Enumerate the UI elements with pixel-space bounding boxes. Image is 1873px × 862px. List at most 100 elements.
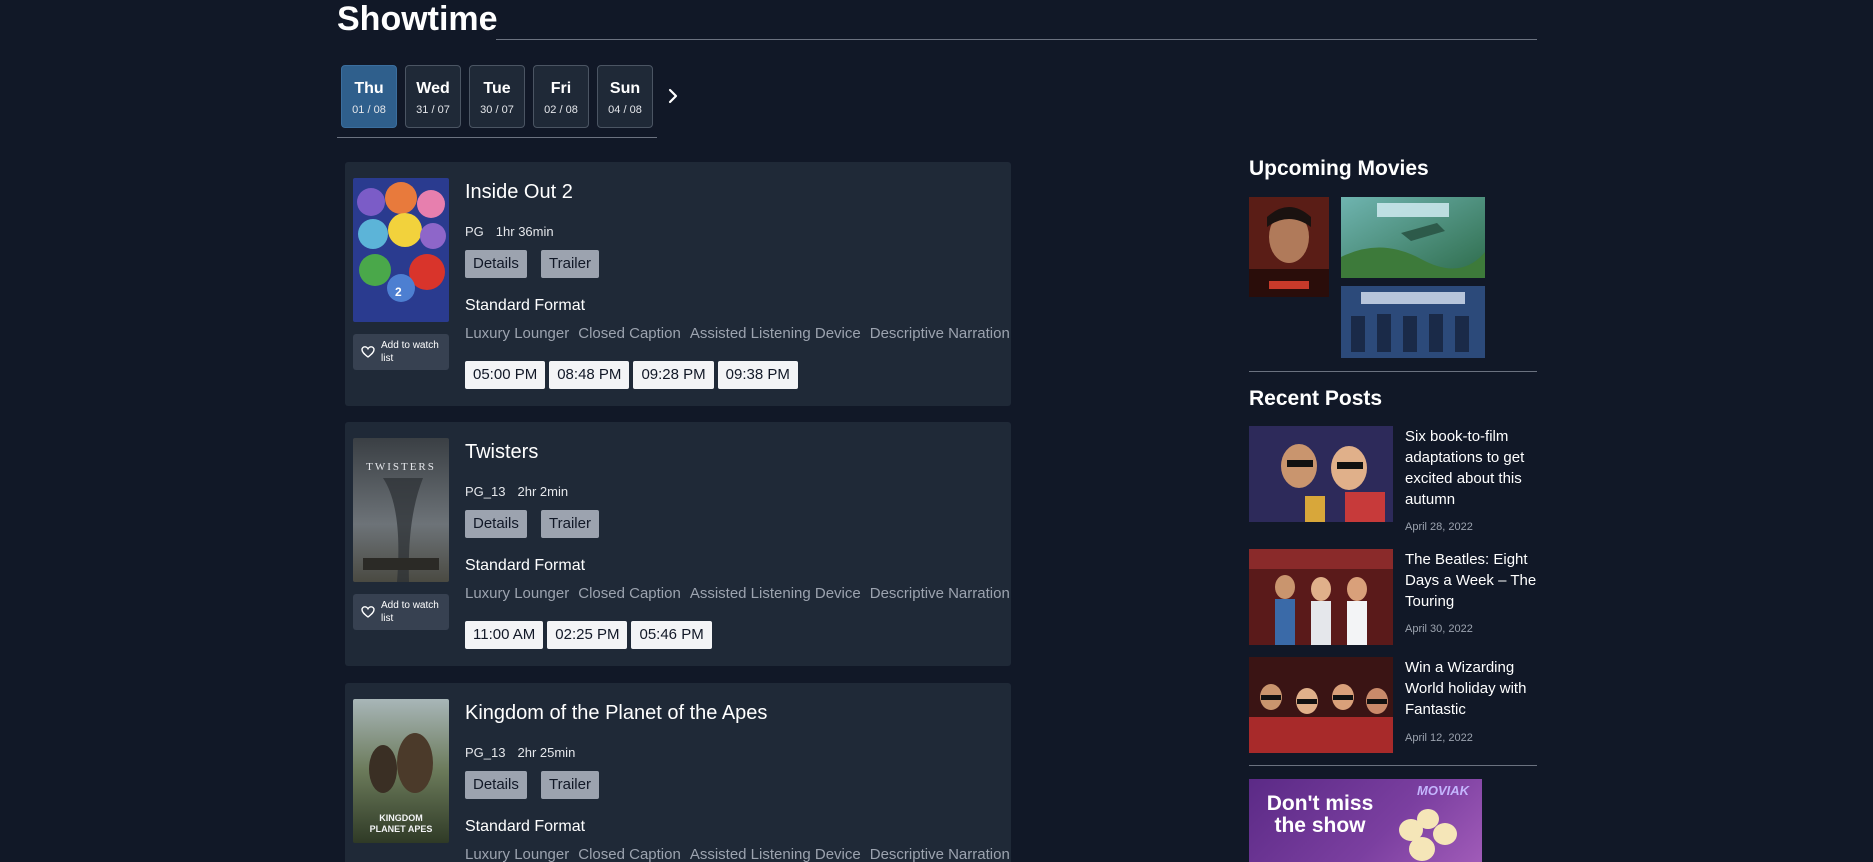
post-date: April 30, 2022	[1405, 623, 1473, 635]
svg-text:2: 2	[395, 285, 402, 299]
movie-title[interactable]: Kingdom of the Planet of the Apes	[465, 702, 767, 725]
details-button[interactable]: Details	[465, 510, 527, 538]
feature-item: Luxury Lounger	[465, 325, 570, 342]
post-thumbnail[interactable]	[1249, 426, 1393, 522]
add-to-watchlist-button[interactable]: Add to watch list	[353, 334, 449, 370]
feature-item: Luxury Lounger	[465, 846, 570, 862]
movie-title[interactable]: Inside Out 2	[465, 181, 573, 204]
day-date: 02 / 08	[544, 104, 578, 116]
popcorn-graphic	[1433, 823, 1457, 845]
format-title: Standard Format	[465, 557, 586, 574]
showtime-button[interactable]: 09:28 PM	[633, 361, 714, 389]
day-date: 31 / 07	[416, 104, 450, 116]
heart-icon	[361, 606, 375, 618]
page-title: Showtime	[337, 0, 498, 38]
recent-posts-heading: Recent Posts	[1249, 387, 1383, 410]
feature-item: Closed Caption	[578, 325, 681, 342]
showtime-list: 05:00 PM 08:48 PM 09:28 PM 09:38 PM	[465, 361, 802, 389]
showtime-button[interactable]: 09:38 PM	[717, 361, 798, 389]
feature-list: Luxury Lounger Closed Caption Assisted Lis…	[465, 325, 1010, 342]
movie-duration: 2hr 25min	[517, 745, 576, 760]
movie-duration: 2hr 2min	[517, 484, 569, 499]
day-name: Tue	[483, 80, 511, 97]
feature-item: Closed Caption	[578, 585, 681, 602]
day-name: Wed	[416, 80, 450, 97]
day-tab-sun[interactable]: Sun 04 / 08	[597, 65, 653, 128]
upcoming-movie-banner[interactable]	[1341, 197, 1485, 278]
watchlist-label: Add to watch list	[381, 340, 439, 364]
feature-list: Luxury Lounger Closed Caption Assisted Lis…	[465, 585, 1010, 602]
upcoming-movie-banner[interactable]	[1341, 286, 1485, 358]
showtime-button[interactable]: 05:46 PM	[631, 621, 712, 649]
ad-text: Don't miss the show	[1266, 792, 1374, 837]
movie-rating: PG	[465, 224, 484, 239]
day-selector: Thu 01 / 08 Wed 31 / 07 Tue 30 / 07 Fri …	[337, 64, 678, 138]
showtime-button[interactable]: 02:25 PM	[547, 621, 628, 649]
upcoming-movies-heading: Upcoming Movies	[1249, 157, 1429, 180]
movie-card: TWISTERS Add to watch list Twisters PG_1…	[345, 422, 1011, 666]
day-date: 04 / 08	[608, 104, 642, 116]
title-divider	[496, 39, 1537, 40]
feature-item: Assisted Listening Device	[689, 585, 861, 602]
showtime-button[interactable]: 08:48 PM	[549, 361, 630, 389]
post-title[interactable]: The Beatles: Eight Days a Week – The Tou…	[1405, 549, 1540, 612]
movie-rating: PG_13	[465, 484, 506, 499]
add-to-watchlist-button[interactable]: Add to watch list	[353, 594, 449, 630]
post-thumbnail[interactable]	[1249, 549, 1393, 645]
feature-item: Assisted Listening Device	[689, 846, 861, 862]
day-tab-thu[interactable]: Thu 01 / 08	[341, 65, 397, 128]
day-name: Fri	[550, 80, 572, 97]
details-button[interactable]: Details	[465, 250, 527, 278]
feature-item: Descriptive Narration	[869, 585, 1010, 602]
svg-text:PLANET APES: PLANET APES	[370, 824, 433, 834]
feature-item: Closed Caption	[578, 846, 681, 862]
post-title[interactable]: Six book-to-film adaptations to get exci…	[1405, 426, 1540, 510]
post-date: April 28, 2022	[1405, 521, 1473, 533]
trailer-button[interactable]: Trailer	[541, 771, 599, 799]
movie-title[interactable]: Twisters	[465, 441, 538, 464]
day-tab-wed[interactable]: Wed 31 / 07	[405, 65, 461, 128]
upcoming-movie-poster[interactable]	[1249, 197, 1329, 297]
ad-logo: MOVIAK	[1417, 783, 1469, 798]
chevron-right-icon[interactable]	[663, 84, 683, 108]
heart-icon	[361, 346, 375, 358]
post-thumbnail[interactable]	[1249, 657, 1393, 753]
trailer-button[interactable]: Trailer	[541, 510, 599, 538]
showtime-list: 11:00 AM 02:25 PM 05:46 PM	[465, 621, 716, 649]
feature-item: Luxury Lounger	[465, 585, 570, 602]
feature-item: Assisted Listening Device	[689, 325, 861, 342]
watchlist-label: Add to watch list	[381, 600, 439, 624]
sidebar-divider	[1249, 371, 1537, 372]
post-title[interactable]: Win a Wizarding World holiday with Fanta…	[1405, 657, 1540, 720]
movie-poster[interactable]: TWISTERS	[353, 438, 449, 582]
showtime-button[interactable]: 11:00 AM	[465, 621, 544, 649]
feature-list: Luxury Lounger Closed Caption Assisted Lis…	[465, 846, 1010, 862]
movie-duration: 1hr 36min	[495, 224, 554, 239]
movie-card: 2 Add to watch list Inside Out 2 PG 1hr 3…	[345, 162, 1011, 406]
movie-poster[interactable]: 2	[353, 178, 449, 322]
day-name: Thu	[354, 80, 384, 97]
day-date: 01 / 08	[352, 104, 386, 116]
movie-meta: PG_13 2hr 25min	[465, 745, 575, 760]
day-tab-tue[interactable]: Tue 30 / 07	[469, 65, 525, 128]
day-tab-fri[interactable]: Fri 02 / 08	[533, 65, 589, 128]
format-title: Standard Format	[465, 818, 586, 835]
showtime-button[interactable]: 05:00 PM	[465, 361, 546, 389]
svg-text:KINGDOM: KINGDOM	[379, 813, 423, 823]
sidebar-divider	[1249, 765, 1537, 766]
ad-banner[interactable]: Don't miss the show MOVIAK	[1249, 779, 1482, 862]
svg-text:TWISTERS: TWISTERS	[366, 461, 436, 473]
feature-item: Descriptive Narration	[869, 846, 1010, 862]
movie-meta: PG_13 2hr 2min	[465, 484, 568, 499]
details-button[interactable]: Details	[465, 771, 527, 799]
movie-meta: PG 1hr 36min	[465, 224, 554, 239]
popcorn-graphic	[1409, 837, 1435, 861]
day-date: 30 / 07	[480, 104, 514, 116]
format-title: Standard Format	[465, 297, 586, 314]
movie-rating: PG_13	[465, 745, 506, 760]
trailer-button[interactable]: Trailer	[541, 250, 599, 278]
feature-item: Descriptive Narration	[869, 325, 1010, 342]
day-name: Sun	[609, 80, 641, 97]
movie-poster[interactable]: KINGDOM PLANET APES	[353, 699, 449, 843]
movie-card: KINGDOM PLANET APES Kingdom of the Plane…	[345, 683, 1011, 862]
